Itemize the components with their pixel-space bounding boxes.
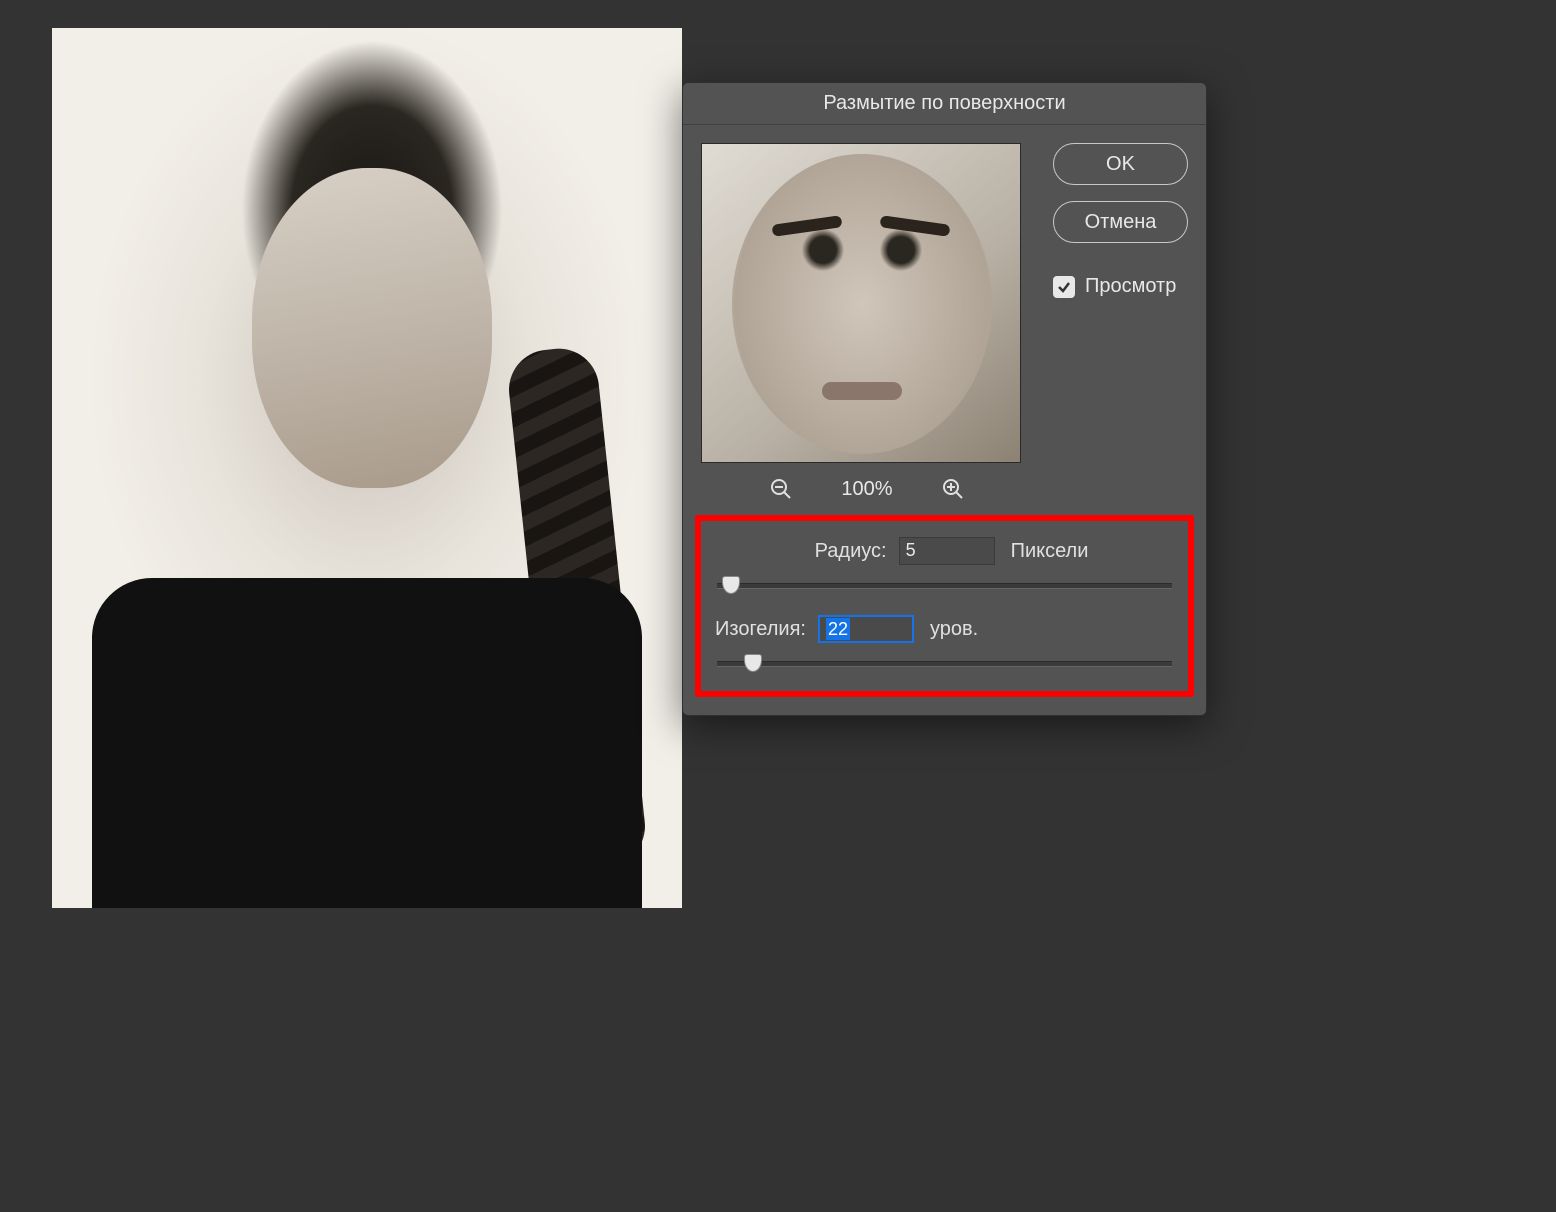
preview-checkbox-row[interactable]: Просмотр [1053,275,1188,298]
radius-unit: Пиксели [1011,540,1089,563]
zoom-level-text: 100% [841,478,892,501]
radius-slider-thumb[interactable] [722,576,740,594]
threshold-slider-thumb[interactable] [744,654,762,672]
threshold-unit: уров. [930,618,978,641]
radius-slider[interactable] [717,583,1172,589]
dialog-title: Размытие по поверхности [683,83,1206,125]
threshold-slider[interactable] [717,661,1172,667]
dialog-title-text: Размытие по поверхности [823,92,1065,115]
threshold-input[interactable]: 22 [818,615,914,643]
preview-thumbnail[interactable] [701,143,1021,463]
threshold-label: Изогелия: [715,618,806,641]
cancel-button[interactable]: Отмена [1053,201,1188,243]
preview-checkbox[interactable] [1053,276,1075,298]
zoom-out-icon[interactable] [769,477,793,501]
preview-checkbox-label: Просмотр [1085,275,1176,298]
ok-button[interactable]: OK [1053,143,1188,185]
surface-blur-dialog: Размытие по поверхности 100% [682,82,1207,716]
controls-highlight-area: Радиус: 5 Пиксели Изогелия: 22 уров. [695,515,1194,697]
radius-label: Радиус: [801,540,887,563]
radius-input[interactable]: 5 [899,537,995,565]
zoom-in-icon[interactable] [941,477,965,501]
canvas-document-image [52,28,682,908]
